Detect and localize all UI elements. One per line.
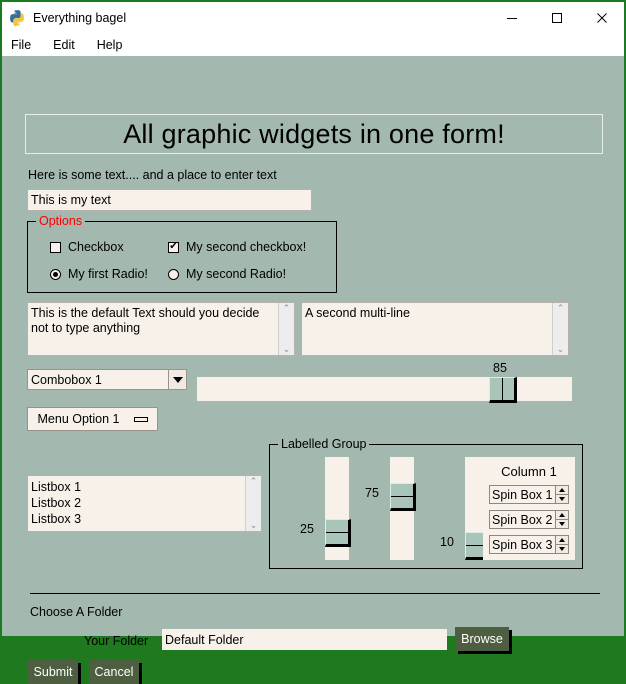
window-controls [489,2,624,33]
scroll-up-icon[interactable]: ⌃ [250,476,258,487]
intro-label: Here is some text.... and a place to ent… [28,168,277,182]
slider-horizontal-value: 85 [493,361,507,375]
combobox-value: Combobox 1 [31,372,102,387]
multiline-left-scrollbar[interactable]: ⌃ ⌄ [278,303,294,355]
scroll-up-icon[interactable]: ⌃ [283,303,291,314]
spin-box-1-buttons[interactable] [555,486,568,503]
multiline-left[interactable]: This is the default Text should you deci… [27,302,295,356]
spin-box-3[interactable]: Spin Box 3 [489,535,569,554]
checkbox-1-box [50,241,61,253]
column-title: Column 1 [501,464,557,479]
page-title-banner: All graphic widgets in one form! [25,114,603,154]
checkbox-2-label: My second checkbox! [186,240,307,254]
spin-box-1[interactable]: Spin Box 1 [489,485,569,504]
chevron-down-icon[interactable] [168,370,186,389]
labelled-group-frame: Labelled Group 25 75 10 Column 1 Spin Bo… [269,437,583,569]
title-bar: Everything bagel [2,2,624,33]
radio-1-button [50,268,61,280]
multiline-right-scrollbar[interactable]: ⌃ ⌄ [552,303,568,355]
slider-vertical-1-value: 25 [300,522,314,536]
multiline-right-text: A second multi-line [305,306,410,320]
spin-up-icon[interactable] [556,486,568,495]
slider-horizontal[interactable]: 85 [197,361,572,403]
slider-vertical-3[interactable]: 10 [410,457,491,560]
scroll-down-icon[interactable]: ⌄ [250,520,258,531]
browse-button[interactable]: Browse [455,627,509,651]
listbox[interactable]: Listbox 1 Listbox 2 Listbox 3 ⌃ ⌄ [27,475,262,532]
minimize-icon[interactable] [489,2,534,33]
spin-up-icon[interactable] [556,536,568,545]
form-body: All graphic widgets in one form! Here is… [2,56,624,684]
cancel-button[interactable]: Cancel [89,660,139,684]
checkbox-2-box: ✔ [168,240,179,253]
spin-box-2[interactable]: Spin Box 2 [489,510,569,529]
folder-heading: Choose A Folder [30,605,123,619]
spin-box-1-value: Spin Box 1 [492,487,553,502]
cancel-button-label: Cancel [94,665,134,679]
browse-button-label: Browse [461,632,503,646]
button-menu-label: Menu Option 1 [37,412,120,426]
scroll-down-icon[interactable]: ⌄ [283,344,291,355]
text-input[interactable]: This is my text [27,189,312,211]
radio-1[interactable]: My first Radio! [50,267,148,281]
menu-edit[interactable]: Edit [53,38,75,52]
combobox[interactable]: Combobox 1 [27,369,187,390]
slider-horizontal-thumb[interactable] [489,377,517,403]
submit-button-label: Submit [33,665,73,679]
maximize-icon[interactable] [534,2,579,33]
options-frame-title: Options [36,214,86,228]
menu-help[interactable]: Help [97,38,123,52]
labelled-group-title: Labelled Group [278,437,370,451]
spin-box-2-value: Spin Box 2 [492,512,553,527]
scroll-up-icon[interactable]: ⌃ [557,303,565,314]
list-item[interactable]: Listbox 1 [31,479,245,495]
options-frame: Options Checkbox ✔ My second checkbox! M… [27,214,337,293]
slider-vertical-2-value: 75 [365,486,379,500]
multiline-left-text: This is the default Text should you deci… [31,306,260,335]
checkbox-2-tick: ✔ [169,240,178,252]
spin-box-3-value: Spin Box 3 [492,537,553,552]
scroll-down-icon[interactable]: ⌄ [557,344,565,355]
python-logo-icon [8,9,26,27]
application-window: Everything bagel File Edit Help All grap… [0,0,626,684]
folder-input-value: Default Folder [165,632,244,647]
slider-vertical-3-value: 10 [440,535,454,549]
listbox-scrollbar[interactable]: ⌃ ⌄ [245,476,261,531]
folder-field-label: Your Folder [84,634,149,648]
radio-1-dot [53,271,58,277]
list-item[interactable]: Listbox 3 [31,511,245,527]
button-menu[interactable]: Menu Option 1 [27,407,158,431]
spin-box-2-buttons[interactable] [555,511,568,528]
spin-up-icon[interactable] [556,511,568,520]
page-title: All graphic widgets in one form! [123,118,505,149]
window-title: Everything bagel [33,10,127,25]
radio-2-button [168,268,179,280]
spin-down-icon[interactable] [556,520,568,528]
folder-input[interactable]: Default Folder [162,629,447,650]
multiline-right[interactable]: A second multi-line ⌃ ⌄ [301,302,569,356]
checkbox-1-label: Checkbox [68,240,124,254]
submit-button[interactable]: Submit [28,660,78,684]
list-item[interactable]: Listbox 2 [31,495,245,511]
section-divider [30,593,600,594]
checkbox-2[interactable]: ✔ My second checkbox! [168,240,306,254]
radio-1-label: My first Radio! [68,267,148,281]
radio-2[interactable]: My second Radio! [168,267,286,281]
menu-bar: File Edit Help [2,33,624,56]
slider-vertical-1-thumb[interactable] [325,519,351,547]
radio-2-label: My second Radio! [186,267,287,281]
close-icon[interactable] [579,2,624,33]
checkbox-1[interactable]: Checkbox [50,240,124,254]
menu-file[interactable]: File [11,38,31,52]
column-panel: Column 1 Spin Box 1 Spin Box 2 Spin Box … [483,457,575,560]
spin-down-icon[interactable] [556,495,568,503]
text-input-value: This is my text [31,193,111,207]
spin-down-icon[interactable] [556,545,568,553]
menu-indicator-icon [133,416,148,422]
spin-box-3-buttons[interactable] [555,536,568,553]
listbox-items: Listbox 1 Listbox 2 Listbox 3 [28,476,245,531]
